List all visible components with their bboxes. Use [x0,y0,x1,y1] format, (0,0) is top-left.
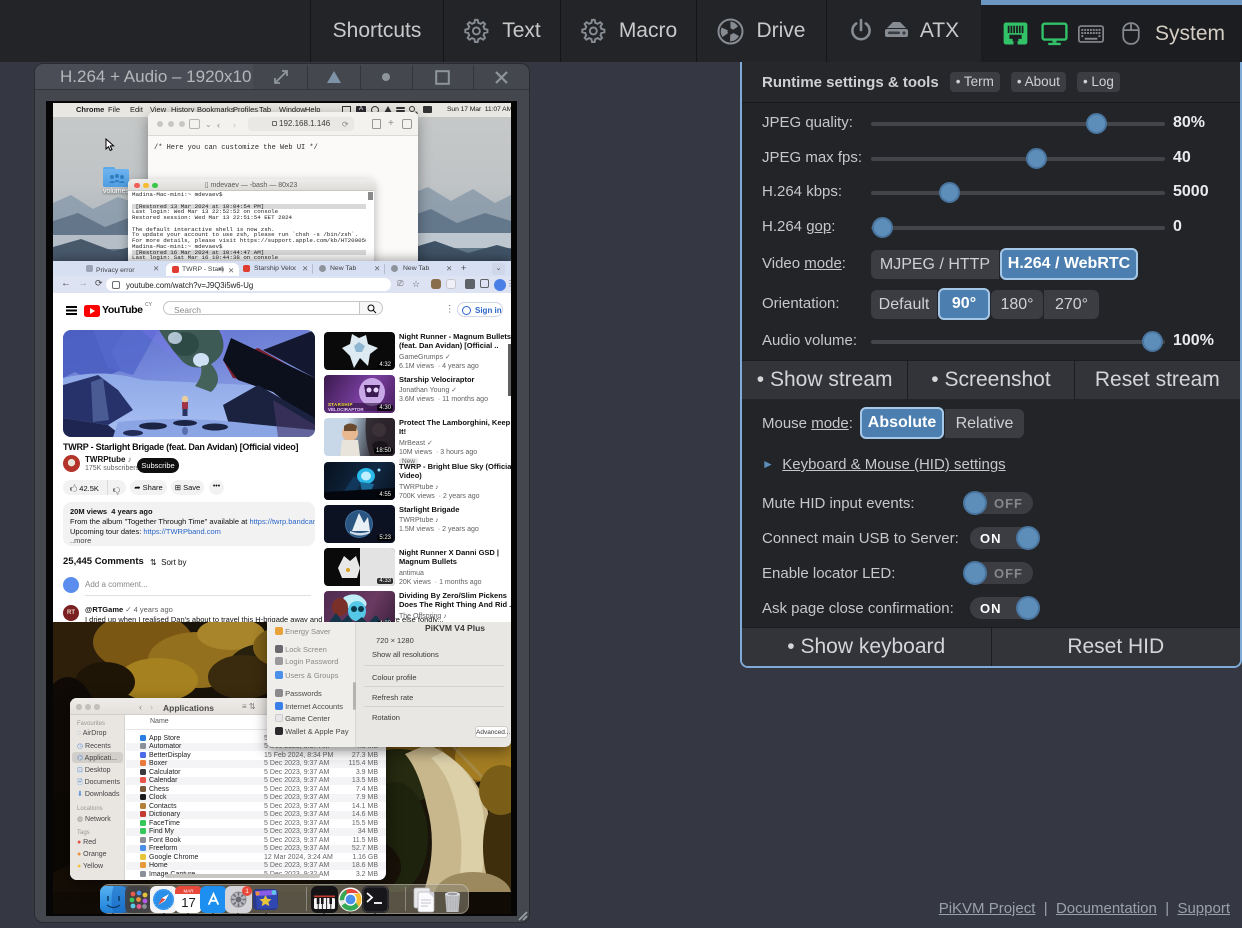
svg-text:MAR: MAR [183,888,194,893]
svg-text:1: 1 [245,888,249,895]
svg-text:17: 17 [181,895,195,910]
